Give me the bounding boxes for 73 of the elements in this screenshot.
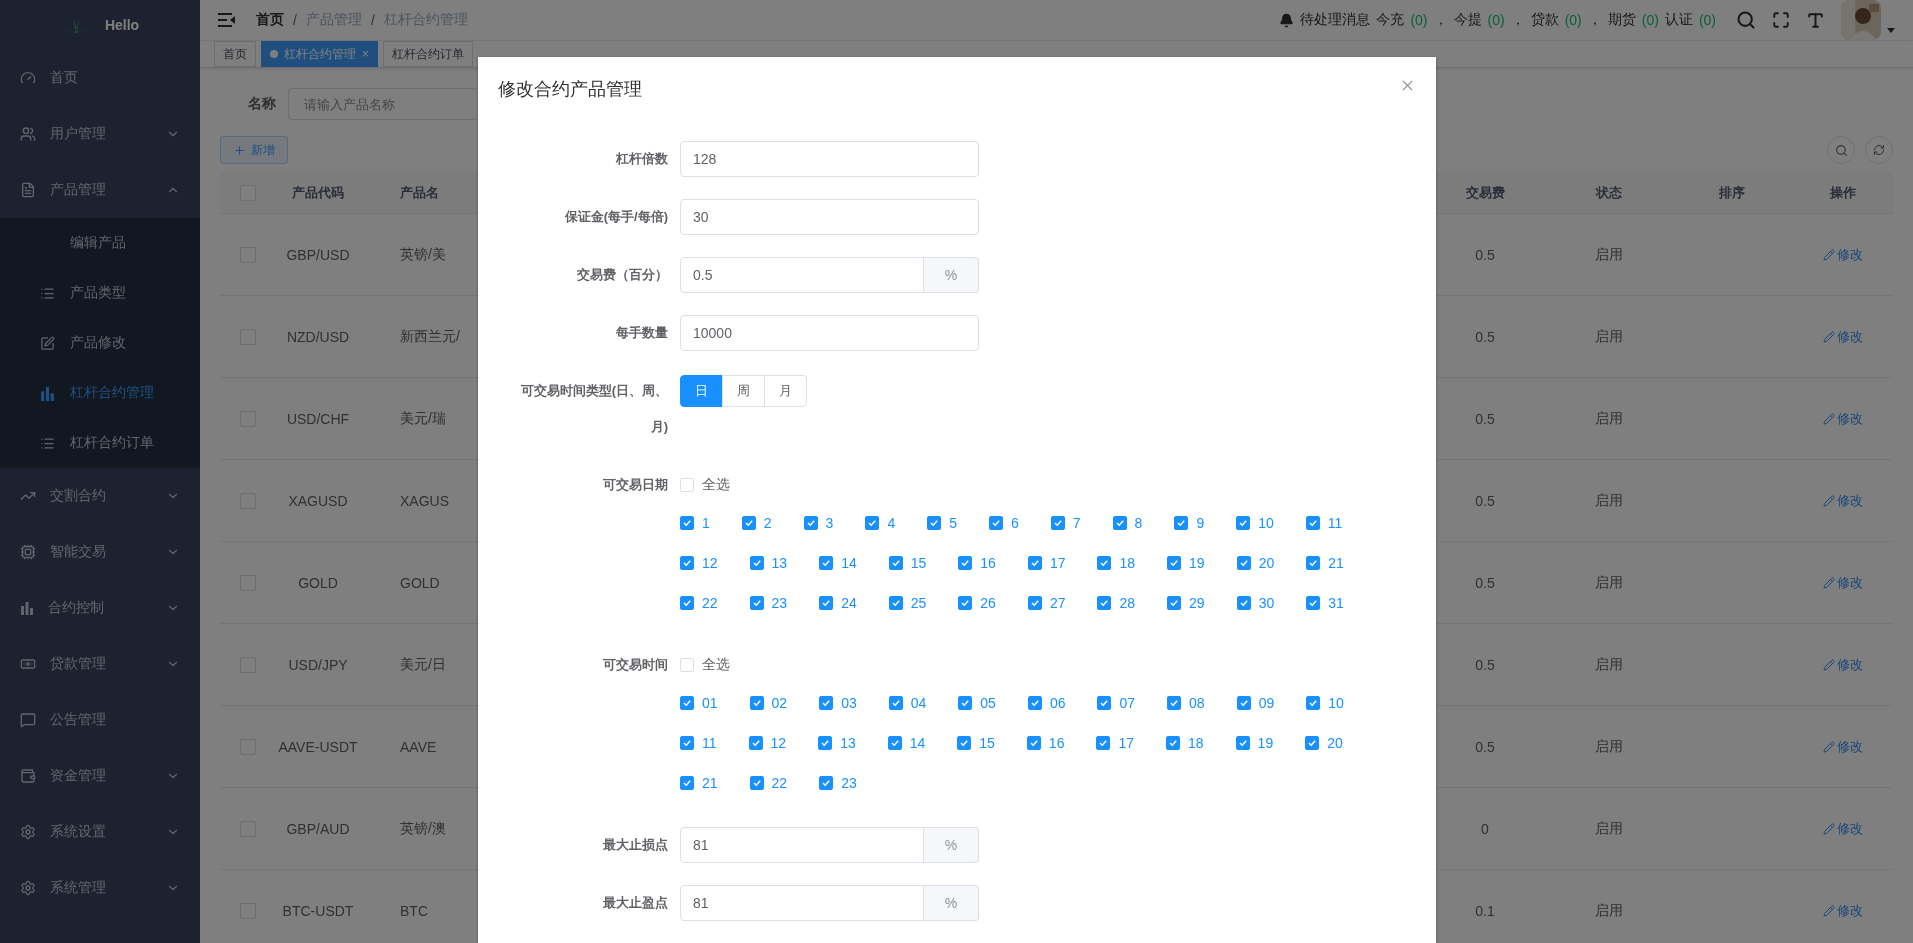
table-cell: 启用 [1595,409,1623,428]
table-cell: 0.5 [1475,492,1495,509]
table-cell: USD/JPY [288,656,348,673]
table-cell: 美元/瑞 [400,409,446,428]
column-header: 状态 [1596,183,1622,202]
notice-count: (0) [1564,12,1582,28]
table-cell: 英镑/澳 [400,819,446,838]
table-cell: GBP/USD [286,246,350,263]
table-cell: 启用 [1595,573,1623,592]
notice-item: 贷款 [1530,11,1559,29]
table-cell: XAGUSD [288,492,348,509]
table-cell: 启用 [1595,737,1623,756]
table-cell: 英镑/美 [400,245,446,264]
table-cell: 启用 [1595,901,1623,920]
column-header: 操作 [1830,183,1856,202]
table-cell: 0.5 [1475,328,1495,345]
table-cell: BTC [400,902,428,919]
unit-label: % [924,885,979,921]
separator: ， [1510,11,1525,29]
field-label: 最大止盈点 [602,894,669,912]
table-cell: 新西兰元/ [400,327,460,346]
notice-item: 今充 [1376,11,1405,29]
table-cell: GBP/AUD [286,820,350,837]
notice-count: (0) [1641,12,1659,28]
field-label: 交易费（百分） [576,266,669,284]
separator: ， [1587,11,1602,29]
table-cell: 0.5 [1475,246,1495,263]
table-cell: XAGUS [400,492,449,509]
field-label: 可交易日期 [602,476,669,494]
table-cell: 启用 [1595,327,1623,346]
field-label: 杠杆倍数 [615,150,669,168]
unit-label: % [924,827,979,863]
breadcrumb-separator: / [370,12,375,28]
notice-count: (0) [1410,12,1428,28]
breadcrumb-separator: / [293,12,297,28]
table-cell: 0 [1481,820,1489,837]
separator: ， [1433,11,1448,29]
field-label: 每手数量 [615,324,669,342]
unit-label: % [924,257,979,293]
table-cell: GOLD [400,574,440,591]
table-cell: AAVE [400,738,437,755]
table-cell: 启用 [1595,655,1623,674]
table-cell: AAVE-USDT [278,738,358,755]
table-cell: NZD/USD [286,328,350,345]
notice-label: 待处理消息 [1300,11,1371,29]
column-header: 产品名 [400,183,439,202]
field-label: 可交易时间类型(日、周、月) [519,382,669,436]
table-cell: 美元/日 [400,655,446,674]
column-header: 交易费 [1465,183,1505,202]
table-cell: 启用 [1595,245,1623,264]
field-label: 最大止损点 [602,836,669,854]
table-cell: 0.1 [1475,902,1495,919]
notice-count: (0) [1487,12,1505,28]
table-cell: 启用 [1595,491,1623,510]
notice-item: 认证 [1664,11,1693,29]
table-cell: GOLD [298,574,338,591]
table-cell: BTC-USDT [282,902,354,919]
table-cell: USD/CHF [286,410,350,427]
table-cell: 0.5 [1475,410,1495,427]
logo-text: Hello [104,17,140,33]
table-cell: 0.5 [1475,738,1495,755]
table-cell: 启用 [1595,819,1623,838]
column-header: 排序 [1719,183,1745,202]
dialog-title: 修改合约产品管理 [498,78,642,101]
table-cell: 0.5 [1475,574,1495,591]
column-header: 产品代码 [292,183,344,202]
field-label: 保证金(每手/每倍) [563,208,669,226]
notice-count: (0) [1698,12,1716,28]
field-label: 可交易时间 [602,656,669,674]
notice-item: 今提 [1453,11,1482,29]
table-cell: 0.5 [1475,656,1495,673]
notice-item: 期货 [1607,11,1636,29]
filter-label: 名称 [248,95,276,113]
